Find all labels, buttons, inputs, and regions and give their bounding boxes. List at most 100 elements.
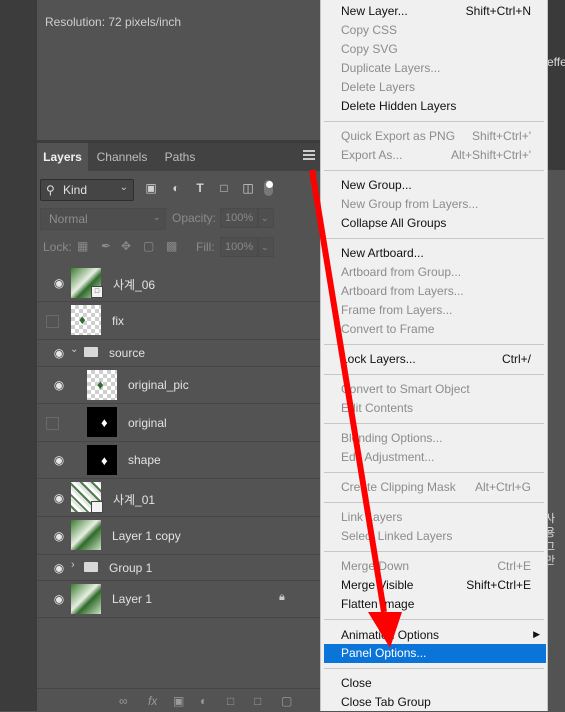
layer-row[interactable]: ♦ fix <box>37 302 333 340</box>
visibility-eye-icon[interactable]: ◉ <box>51 561 67 575</box>
layer-thumbnail: ♦ <box>87 370 117 400</box>
tab-paths[interactable]: Paths <box>157 143 203 171</box>
chevron-down-icon[interactable]: ⌄ <box>70 344 78 355</box>
fill-dropdown-icon[interactable]: ⌄ <box>258 237 274 257</box>
shape-filter-icon[interactable]: □ <box>217 181 231 195</box>
visibility-eye-icon[interactable]: ◉ <box>51 592 67 606</box>
panel-menu-icon[interactable] <box>303 150 315 160</box>
menu-item-new-group-from-layers[interactable]: New Group from Layers... <box>341 195 478 214</box>
group-row[interactable]: ◉ ⌄ source <box>37 340 333 367</box>
menu-item-collapse-all-groups[interactable]: Collapse All Groups <box>341 214 446 233</box>
filter-kind-label: Kind <box>63 183 88 197</box>
menu-item-edit-contents[interactable]: Edit Contents <box>341 399 413 418</box>
shortcut-quick-export: Shift+Ctrl+' <box>472 129 531 143</box>
layer-filter-select[interactable]: ⚲ Kind ⌄ <box>40 179 134 201</box>
menu-item-copy-svg[interactable]: Copy SVG <box>341 40 398 59</box>
delete-layer-icon[interactable]: ▢ <box>281 694 292 708</box>
visibility-eye-icon[interactable]: ◉ <box>51 491 67 505</box>
menu-item-copy-css[interactable]: Copy CSS <box>341 21 397 40</box>
layer-row[interactable]: ♦ original <box>37 404 333 442</box>
menu-separator <box>324 170 544 171</box>
menu-item-close[interactable]: Close <box>341 674 372 693</box>
layer-row[interactable]: ◉ 사계_01 <box>37 479 333 517</box>
menu-item-convert-to-frame[interactable]: Convert to Frame <box>341 320 434 339</box>
lock-transparent-icon[interactable]: ▦ <box>77 239 88 253</box>
smart-object-filter-icon[interactable]: ◫ <box>241 181 255 195</box>
layer-name: original <box>128 416 167 430</box>
layer-name: Layer 1 copy <box>112 529 181 543</box>
menu-item-quick-export[interactable]: Quick Export as PNG <box>341 127 455 146</box>
opacity-dropdown-icon[interactable]: ⌄ <box>258 208 274 228</box>
menu-item-convert-smart-object[interactable]: Convert to Smart Object <box>341 380 470 399</box>
menu-item-artboard-from-layers[interactable]: Artboard from Layers... <box>341 282 464 301</box>
menu-item-delete-layers[interactable]: Delete Layers <box>341 78 415 97</box>
lock-all-icon[interactable]: ▩ <box>166 239 177 253</box>
add-mask-icon[interactable]: ▣ <box>173 694 184 708</box>
menu-item-select-linked-layers[interactable]: Select Linked Layers <box>341 527 452 546</box>
menu-item-close-tab-group[interactable]: Close Tab Group <box>341 693 431 712</box>
menu-item-new-group[interactable]: New Group... <box>341 176 412 195</box>
menu-item-animation-options[interactable]: Animation Options <box>341 626 439 645</box>
new-layer-icon[interactable]: □ <box>254 694 261 708</box>
layer-thumbnail <box>71 584 101 614</box>
menu-item-delete-hidden-layers[interactable]: Delete Hidden Layers <box>341 97 456 116</box>
visibility-eye-icon[interactable]: ◉ <box>51 346 67 360</box>
menu-item-flatten-image[interactable]: Flatten Image <box>341 595 414 614</box>
lock-artboard-icon[interactable]: ▢ <box>143 239 154 253</box>
menu-item-link-layers[interactable]: Link Layers <box>341 508 402 527</box>
blend-mode-value: Normal <box>49 212 88 226</box>
folder-icon <box>84 562 98 572</box>
menu-separator <box>324 238 544 239</box>
layer-name: source <box>109 346 146 360</box>
menu-item-export-as[interactable]: Export As... <box>341 146 402 165</box>
menu-item-panel-options[interactable]: Panel Options... <box>324 644 546 663</box>
menu-item-edit-adjustment[interactable]: Edit Adjustment... <box>341 448 434 467</box>
menu-item-new-artboard[interactable]: New Artboard... <box>341 244 424 263</box>
layer-row[interactable]: ◉ Layer 1 copy <box>37 517 333 555</box>
visibility-eye-icon[interactable]: ◉ <box>51 453 67 467</box>
menu-separator <box>324 374 544 375</box>
menu-item-frame-from-layers[interactable]: Frame from Layers... <box>341 301 452 320</box>
visibility-eye-icon[interactable]: ◉ <box>51 529 67 543</box>
smart-object-badge-icon <box>91 501 103 513</box>
link-layers-icon[interactable]: ∞ <box>119 694 128 708</box>
smart-object-badge-icon: □ <box>91 286 103 298</box>
layer-row[interactable]: ◉ ♦ original_pic <box>37 367 333 404</box>
group-row[interactable]: ◉ › Group 1 <box>37 555 333 581</box>
folder-icon <box>84 347 98 357</box>
lock-image-icon[interactable]: ✒ <box>101 239 111 253</box>
layer-name: shape <box>128 453 161 467</box>
menu-item-blending-options[interactable]: Blending Options... <box>341 429 442 448</box>
adjustment-filter-icon[interactable]: ◐ <box>169 181 183 195</box>
opacity-label: Opacity: <box>172 211 217 225</box>
blend-mode-select[interactable]: Normal ⌄ <box>40 208 166 230</box>
lock-position-icon[interactable]: ✥ <box>121 239 131 253</box>
menu-item-artboard-from-group[interactable]: Artboard from Group... <box>341 263 461 282</box>
menu-item-new-layer[interactable]: New Layer... <box>341 2 408 21</box>
tab-layers[interactable]: Layers <box>37 143 88 171</box>
type-filter-icon[interactable]: T <box>193 181 207 195</box>
tab-channels[interactable]: Channels <box>90 143 154 171</box>
pixel-filter-icon[interactable]: ▣ <box>144 181 158 195</box>
layers-bottom-toolbar: ∞ fx ▣ ◐ □ □ ▢ <box>37 688 320 712</box>
visibility-toggle-off[interactable] <box>46 315 59 328</box>
menu-item-duplicate-layers[interactable]: Duplicate Layers... <box>341 59 440 78</box>
chevron-right-icon[interactable]: › <box>71 559 75 571</box>
menu-item-merge-visible[interactable]: Merge Visible <box>341 576 413 595</box>
menu-item-merge-down[interactable]: Merge Down <box>341 557 409 576</box>
visibility-toggle-off[interactable] <box>46 417 59 430</box>
visibility-eye-icon[interactable]: ◉ <box>51 276 67 290</box>
fx-icon[interactable]: fx <box>148 694 157 708</box>
layer-row[interactable]: ◉ □ 사계_06 <box>37 265 333 302</box>
menu-item-create-clipping-mask[interactable]: Create Clipping Mask <box>341 478 456 497</box>
layer-row[interactable]: ◉ Layer 1 🔒︎ <box>37 581 333 618</box>
layer-row[interactable]: ◉ ♦ shape <box>37 442 333 479</box>
fill-field[interactable]: 100% <box>220 237 258 257</box>
menu-item-lock-layers[interactable]: Lock Layers... <box>341 350 416 369</box>
opacity-field[interactable]: 100% <box>220 208 258 228</box>
resolution-text: Resolution: 72 pixels/inch <box>45 15 182 29</box>
adjustment-layer-icon[interactable]: ◐ <box>200 694 207 708</box>
visibility-eye-icon[interactable]: ◉ <box>51 378 67 392</box>
panel-flyout-menu: New Layer... Shift+Ctrl+N Copy CSS Copy … <box>320 0 548 711</box>
new-group-icon[interactable]: □ <box>227 694 234 708</box>
